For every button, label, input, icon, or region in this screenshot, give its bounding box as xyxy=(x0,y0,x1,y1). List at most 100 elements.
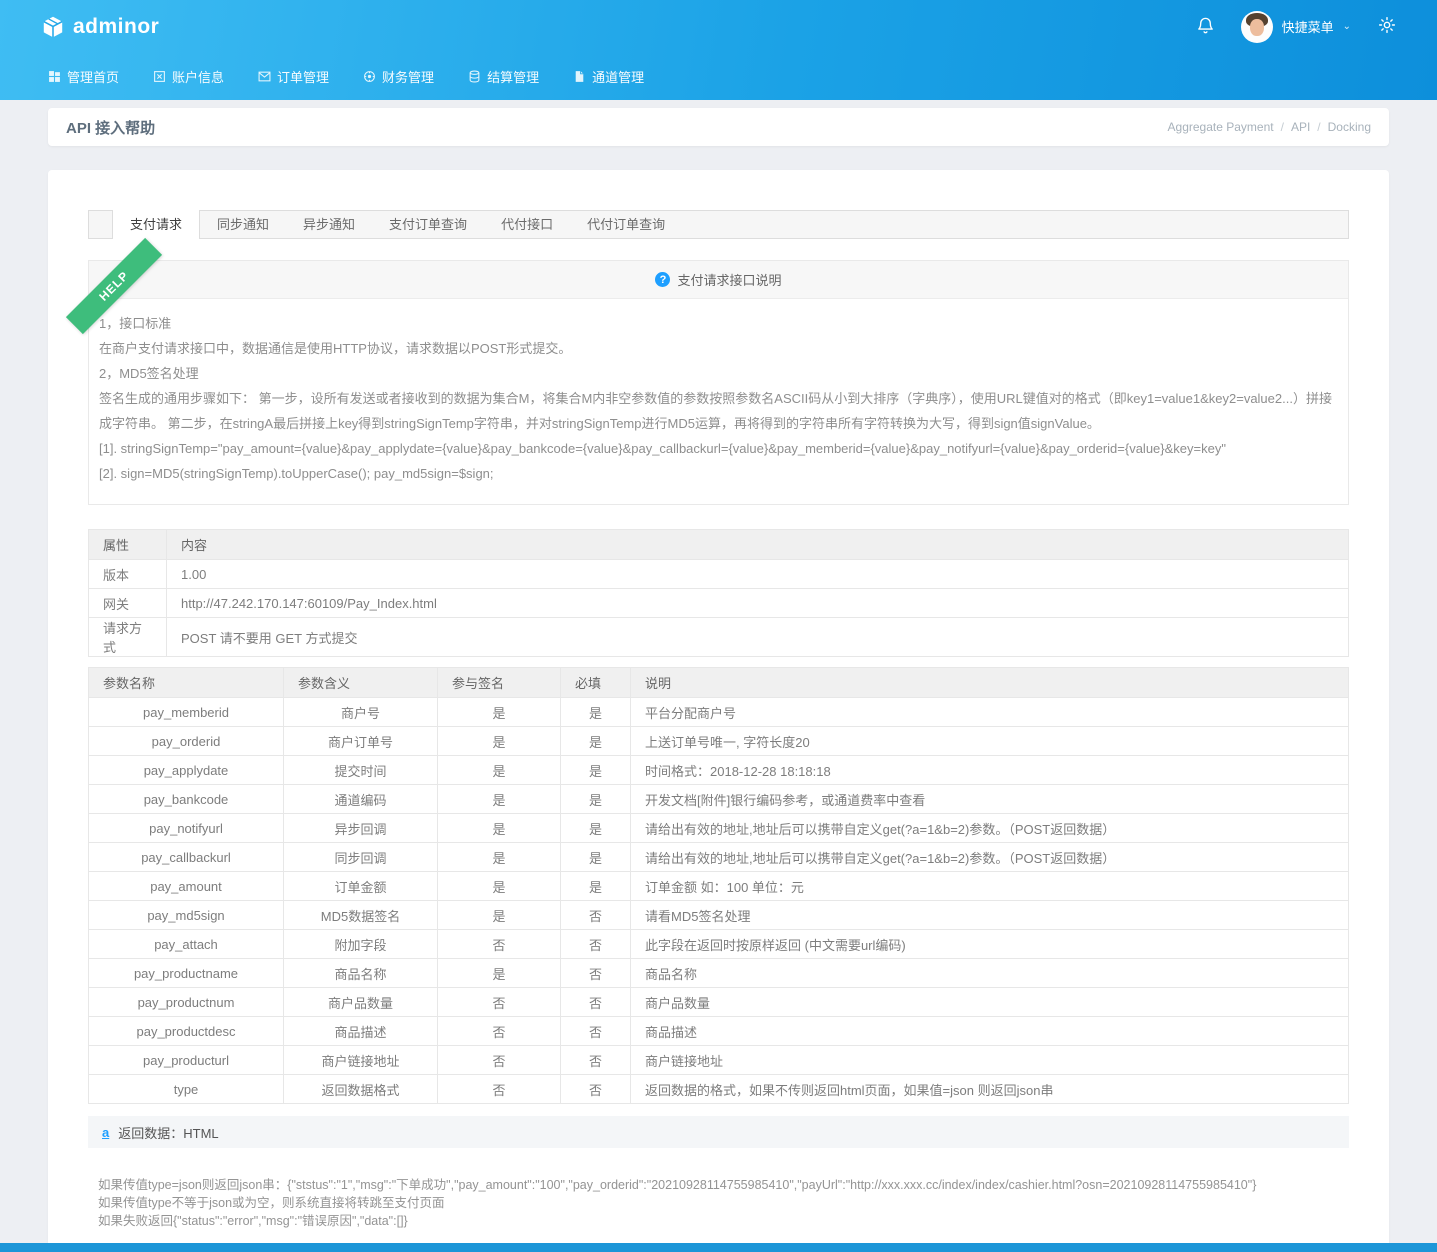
finance-icon xyxy=(363,70,376,83)
table-cell: 上送订单号唯一, 字符长度20 xyxy=(631,727,1349,756)
table-cell: 是 xyxy=(438,698,561,727)
table-row: pay_productdesc商品描述否否商品描述 xyxy=(89,1017,1349,1046)
table-cell: 商品名称 xyxy=(284,959,438,988)
table-cell: 是 xyxy=(561,698,631,727)
column-header: 必填 xyxy=(561,668,631,698)
table-cell: 是 xyxy=(438,901,561,930)
nav-item-channel[interactable]: 通道管理 xyxy=(573,67,644,86)
table-cell: 商户品数量 xyxy=(631,988,1349,1017)
table-cell: 否 xyxy=(438,1046,561,1075)
table-cell: 是 xyxy=(561,727,631,756)
text-line: 签名生成的通用步骤如下： 第一步，设所有发送或者接收到的数据为集合M，将集合M内… xyxy=(99,386,1338,436)
breadcrumb-item[interactable]: Aggregate Payment xyxy=(1168,120,1274,134)
gear-icon xyxy=(1377,15,1397,38)
table-cell: 商户链接地址 xyxy=(284,1046,438,1075)
column-header: 参数含义 xyxy=(284,668,438,698)
nav-label: 财务管理 xyxy=(382,67,434,86)
logo[interactable]: adminor xyxy=(40,14,159,40)
notifications-button[interactable] xyxy=(1196,16,1215,38)
question-icon: ? xyxy=(655,272,670,287)
table-cell: pay_notifyurl xyxy=(89,814,284,843)
table-cell: 请求方式 xyxy=(89,618,167,657)
table-cell: 开发文档[附件]银行编码参考，或通道费率中查看 xyxy=(631,785,1349,814)
table-cell: 返回数据的格式，如果不传则返回html页面，如果值=json 则返回json串 xyxy=(631,1075,1349,1104)
tab-pay-request[interactable]: 支付请求 xyxy=(112,210,200,239)
return-data-bar: a 返回数据：HTML xyxy=(88,1116,1349,1148)
nav-label: 账户信息 xyxy=(172,67,224,86)
user-menu-label: 快捷菜单 xyxy=(1282,17,1334,36)
table-cell: 同步回调 xyxy=(284,843,438,872)
channel-icon xyxy=(573,70,586,83)
table-cell: 是 xyxy=(561,872,631,901)
column-header: 说明 xyxy=(631,668,1349,698)
table-cell: 订单金额 xyxy=(284,872,438,901)
table-cell: 版本 xyxy=(89,560,167,589)
nav-label: 结算管理 xyxy=(487,67,539,86)
table-cell: pay_amount xyxy=(89,872,284,901)
table-cell: 否 xyxy=(561,1017,631,1046)
page-header: API 接入帮助 Aggregate Payment / API / Docki… xyxy=(48,108,1389,146)
text-line: 如果失败返回{"status":"error","msg":"错误原因","da… xyxy=(98,1212,1339,1230)
nav-item-orders[interactable]: 订单管理 xyxy=(258,67,329,86)
table-cell: pay_orderid xyxy=(89,727,284,756)
breadcrumb-separator: / xyxy=(1317,120,1320,134)
cube-logo-icon xyxy=(40,14,66,40)
nav-item-dashboard[interactable]: 管理首页 xyxy=(48,67,119,86)
table-cell: 平台分配商户号 xyxy=(631,698,1349,727)
nav-label: 通道管理 xyxy=(592,67,644,86)
table-cell: pay_callbackurl xyxy=(89,843,284,872)
table-cell: 请看MD5签名处理 xyxy=(631,901,1349,930)
table-cell: 否 xyxy=(438,930,561,959)
table-cell: 请给出有效的地址,地址后可以携带自定义get(?a=1&b=2)参数。（POST… xyxy=(631,814,1349,843)
table-row: pay_applydate提交时间是是时间格式：2018-12-28 18:18… xyxy=(89,756,1349,785)
text-line: 如果传值type=json则返回json串：{"ststus":"1","msg… xyxy=(98,1176,1339,1194)
table-cell: 否 xyxy=(561,1046,631,1075)
table-cell: 1.00 xyxy=(167,560,1349,589)
table-header-row: 属性 内容 xyxy=(89,530,1349,560)
tab-pay-order-query[interactable]: 支付订单查询 xyxy=(372,211,484,238)
table-row: pay_attach附加字段否否此字段在返回时按原样返回 (中文需要url编码) xyxy=(89,930,1349,959)
column-header: 属性 xyxy=(89,530,167,560)
table-cell: 是 xyxy=(438,814,561,843)
table-cell: 异步回调 xyxy=(284,814,438,843)
tab-sync-notify[interactable]: 同步通知 xyxy=(200,211,286,238)
tab-payout-api[interactable]: 代付接口 xyxy=(484,211,570,238)
breadcrumb-item[interactable]: Docking xyxy=(1328,120,1371,134)
nav-item-finance[interactable]: 财务管理 xyxy=(363,67,434,86)
text-line: [2]. sign=MD5(stringSignTemp).toUpperCas… xyxy=(99,461,1338,486)
table-row: pay_notifyurl异步回调是是请给出有效的地址,地址后可以携带自定义ge… xyxy=(89,814,1349,843)
help-panel-body: 1，接口标准在商户支付请求接口中，数据通信是使用HTTP协议，请求数据以POST… xyxy=(89,299,1348,504)
table-cell: 否 xyxy=(561,988,631,1017)
table-row: pay_producturl商户链接地址否否商户链接地址 xyxy=(89,1046,1349,1075)
text-line: 如果传值type不等于json或为空，则系统直接将转跳至支付页面 xyxy=(98,1194,1339,1212)
table-row: pay_bankcode通道编码是是开发文档[附件]银行编码参考，或通道费率中查… xyxy=(89,785,1349,814)
return-data-label: 返回数据：HTML xyxy=(118,1123,218,1142)
user-menu[interactable]: 快捷菜单 ⌄ xyxy=(1241,11,1351,43)
nav-item-account[interactable]: 账户信息 xyxy=(153,67,224,86)
breadcrumb-separator: / xyxy=(1281,120,1284,134)
logo-text: adminor xyxy=(73,15,159,39)
orders-icon xyxy=(258,70,271,83)
table-cell: 是 xyxy=(561,814,631,843)
tab-payout-order-query[interactable]: 代付订单查询 xyxy=(570,211,682,238)
table-cell: 通道编码 xyxy=(284,785,438,814)
text-line: 在商户支付请求接口中，数据通信是使用HTTP协议，请求数据以POST形式提交。 xyxy=(99,336,1338,361)
table-row: pay_productname商品名称是否商品名称 xyxy=(89,959,1349,988)
text-line: 2，MD5签名处理 xyxy=(99,361,1338,386)
page-title: API 接入帮助 xyxy=(66,117,155,138)
breadcrumb-item[interactable]: API xyxy=(1291,120,1310,134)
content-card: 支付请求 同步通知 异步通知 支付订单查询 代付接口 代付订单查询 HELP ?… xyxy=(48,170,1389,1252)
main-nav: 管理首页 账户信息 订单管理 财务管理 结算管理 xyxy=(0,53,1437,100)
column-header: 参与签名 xyxy=(438,668,561,698)
settings-button[interactable] xyxy=(1377,15,1397,38)
tab-async-notify[interactable]: 异步通知 xyxy=(286,211,372,238)
table-cell: pay_applydate xyxy=(89,756,284,785)
table-cell: 商户订单号 xyxy=(284,727,438,756)
table-cell: POST 请不要用 GET 方式提交 xyxy=(167,618,1349,657)
table-cell: 商品描述 xyxy=(631,1017,1349,1046)
table-cell: 商品名称 xyxy=(631,959,1349,988)
table-cell: 是 xyxy=(438,785,561,814)
nav-item-settlement[interactable]: 结算管理 xyxy=(468,67,539,86)
text-line: 1，接口标准 xyxy=(99,311,1338,336)
table-cell: 否 xyxy=(561,959,631,988)
